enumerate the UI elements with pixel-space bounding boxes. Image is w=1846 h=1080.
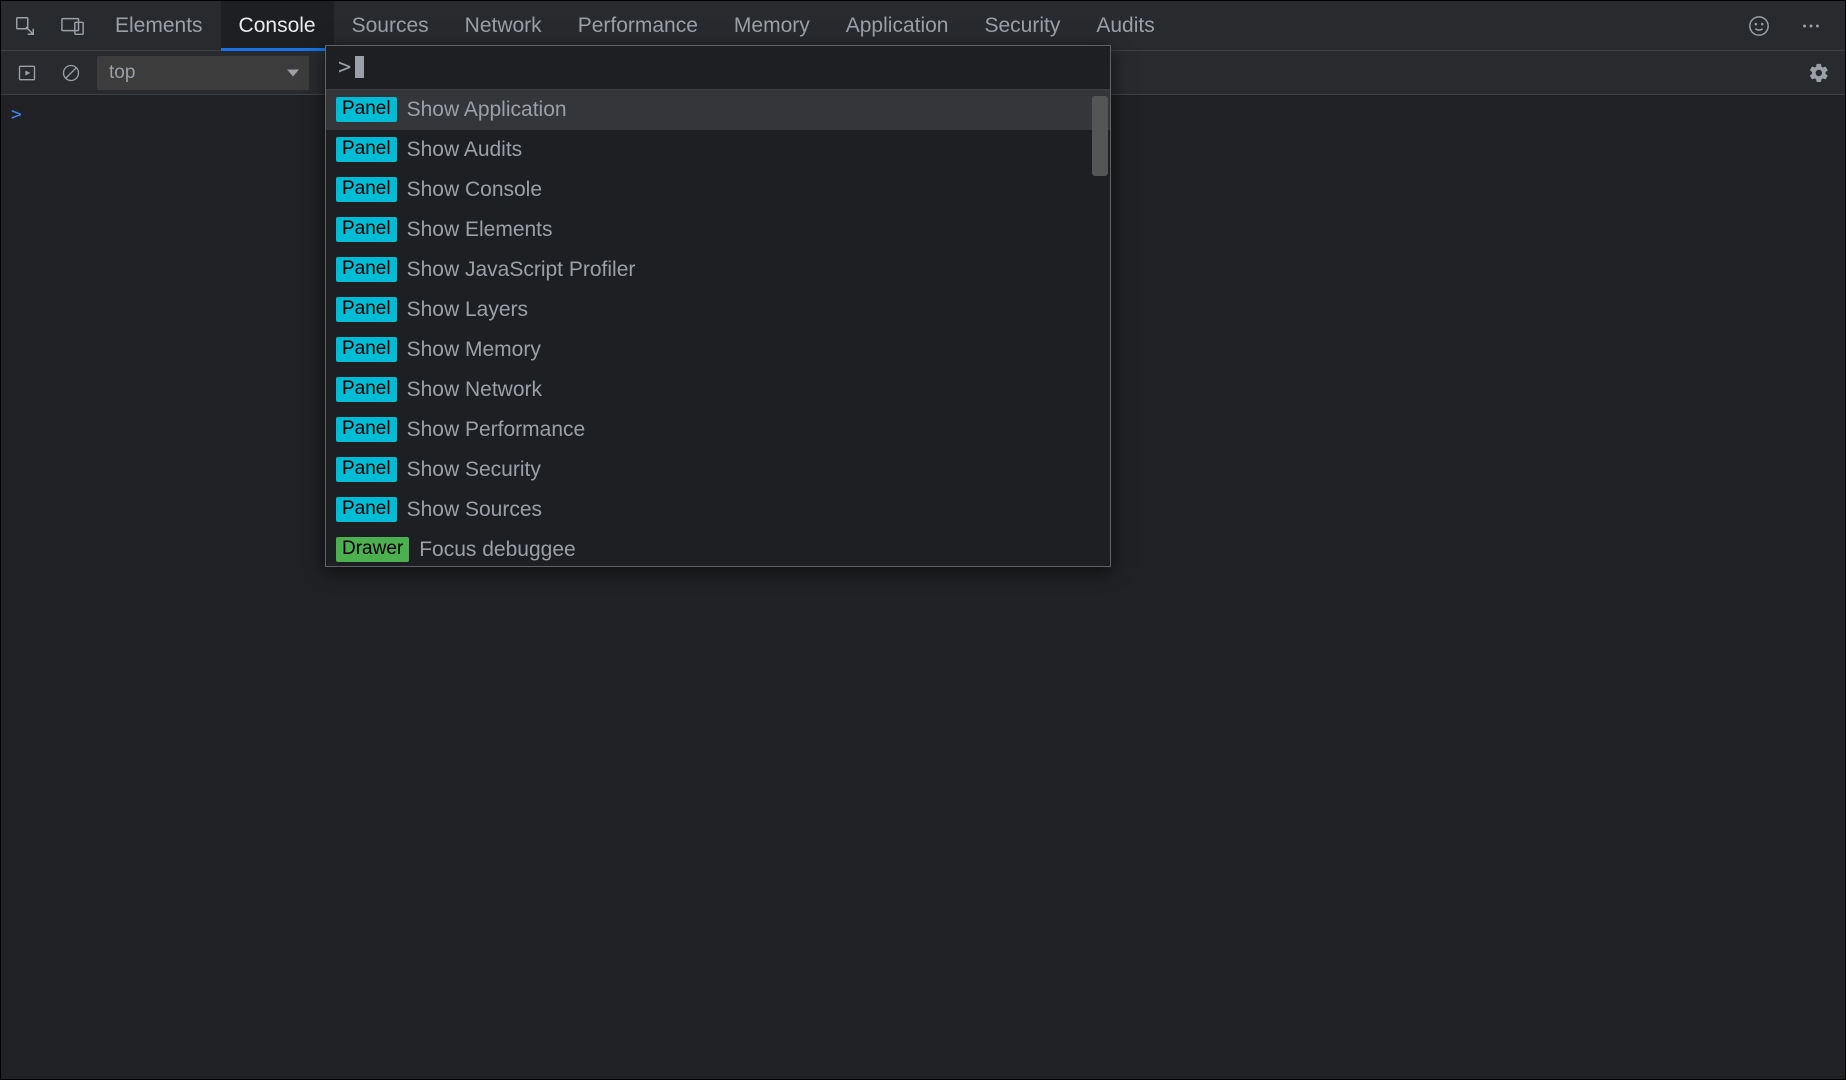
- command-label: Show Elements: [407, 218, 553, 242]
- command-menu: > PanelShow ApplicationPanelShow AuditsP…: [325, 45, 1111, 567]
- command-menu-item[interactable]: Panel Show Memory: [326, 330, 1110, 370]
- context-selector[interactable]: top: [97, 56, 309, 90]
- command-menu-item[interactable]: Panel Show Network: [326, 370, 1110, 410]
- tab-console[interactable]: Console: [221, 1, 334, 51]
- command-label: Show Application: [407, 98, 567, 122]
- command-menu-item[interactable]: Panel Show Audits: [326, 130, 1110, 170]
- command-menu-item[interactable]: Panel Show Layers: [326, 290, 1110, 330]
- command-badge-panel: Panel: [336, 137, 397, 162]
- console-settings-icon[interactable]: [1801, 55, 1837, 91]
- console-prompt-caret: >: [11, 103, 22, 127]
- text-cursor-icon: [355, 56, 364, 78]
- tab-label: Application: [846, 14, 949, 37]
- command-menu-item[interactable]: Panel Show Sources: [326, 490, 1110, 530]
- tab-label: Security: [984, 14, 1060, 37]
- context-selected-label: top: [109, 62, 135, 84]
- command-badge-panel: Panel: [336, 257, 397, 282]
- tab-label: Elements: [115, 14, 203, 37]
- command-menu-scrollbar[interactable]: [1092, 96, 1108, 176]
- command-menu-prefix: >: [338, 55, 351, 80]
- command-label: Show Performance: [407, 418, 586, 442]
- command-badge-panel: Panel: [336, 97, 397, 122]
- chevron-down-icon: [287, 69, 299, 76]
- tab-sources[interactable]: Sources: [334, 1, 447, 51]
- clear-console-icon[interactable]: [53, 55, 89, 91]
- command-badge-panel: Panel: [336, 417, 397, 442]
- tab-label: Network: [465, 14, 542, 37]
- command-menu-item[interactable]: Panel Show Elements: [326, 210, 1110, 250]
- tab-label: Performance: [578, 14, 698, 37]
- command-menu-item[interactable]: Panel Show Security: [326, 450, 1110, 490]
- tab-list: Elements Console Sources Network Performance…: [97, 1, 1173, 51]
- command-menu-item[interactable]: Panel Show Console: [326, 170, 1110, 210]
- tabbar-right-controls: [1735, 1, 1845, 51]
- toggle-sidebar-icon[interactable]: [9, 55, 45, 91]
- tab-network[interactable]: Network: [447, 1, 560, 51]
- command-menu-list: PanelShow ApplicationPanelShow AuditsPan…: [326, 90, 1110, 566]
- feedback-smiley-icon[interactable]: [1735, 1, 1783, 51]
- tab-label: Console: [239, 14, 316, 37]
- tab-audits[interactable]: Audits: [1078, 1, 1172, 51]
- command-menu-item[interactable]: Drawer Focus debuggee: [326, 530, 1110, 566]
- command-label: Show Layers: [407, 298, 528, 322]
- command-badge-panel: Panel: [336, 457, 397, 482]
- command-label: Show Memory: [407, 338, 541, 362]
- inspect-element-icon[interactable]: [1, 1, 49, 51]
- command-menu-item[interactable]: Panel Show Application: [326, 90, 1110, 130]
- devtools-window: Elements Console Sources Network Performance…: [0, 0, 1846, 1080]
- command-badge-panel: Panel: [336, 337, 397, 362]
- tab-elements[interactable]: Elements: [97, 1, 221, 51]
- main-tabbar: Elements Console Sources Network Performance…: [1, 1, 1845, 51]
- tab-application[interactable]: Application: [828, 1, 967, 51]
- command-badge-panel: Panel: [336, 177, 397, 202]
- command-label: Show Sources: [407, 498, 542, 522]
- command-label: Show Audits: [407, 138, 523, 162]
- command-label: Show Security: [407, 458, 541, 482]
- command-badge-panel: Panel: [336, 297, 397, 322]
- device-toolbar-icon[interactable]: [49, 1, 97, 51]
- command-badge-panel: Panel: [336, 497, 397, 522]
- command-badge-drawer: Drawer: [336, 537, 409, 562]
- tab-label: Memory: [734, 14, 810, 37]
- command-menu-input-row[interactable]: >: [326, 46, 1110, 90]
- command-menu-item[interactable]: Panel Show JavaScript Profiler: [326, 250, 1110, 290]
- tab-label: Sources: [352, 14, 429, 37]
- more-menu-icon[interactable]: [1787, 1, 1835, 51]
- command-label: Focus debuggee: [419, 538, 575, 562]
- command-label: Show Console: [407, 178, 542, 202]
- tab-memory[interactable]: Memory: [716, 1, 828, 51]
- tab-label: Audits: [1096, 14, 1154, 37]
- command-badge-panel: Panel: [336, 377, 397, 402]
- command-label: Show JavaScript Profiler: [407, 258, 636, 282]
- command-label: Show Network: [407, 378, 542, 402]
- tab-performance[interactable]: Performance: [560, 1, 716, 51]
- command-badge-panel: Panel: [336, 217, 397, 242]
- command-menu-item[interactable]: Panel Show Performance: [326, 410, 1110, 450]
- tab-security[interactable]: Security: [966, 1, 1078, 51]
